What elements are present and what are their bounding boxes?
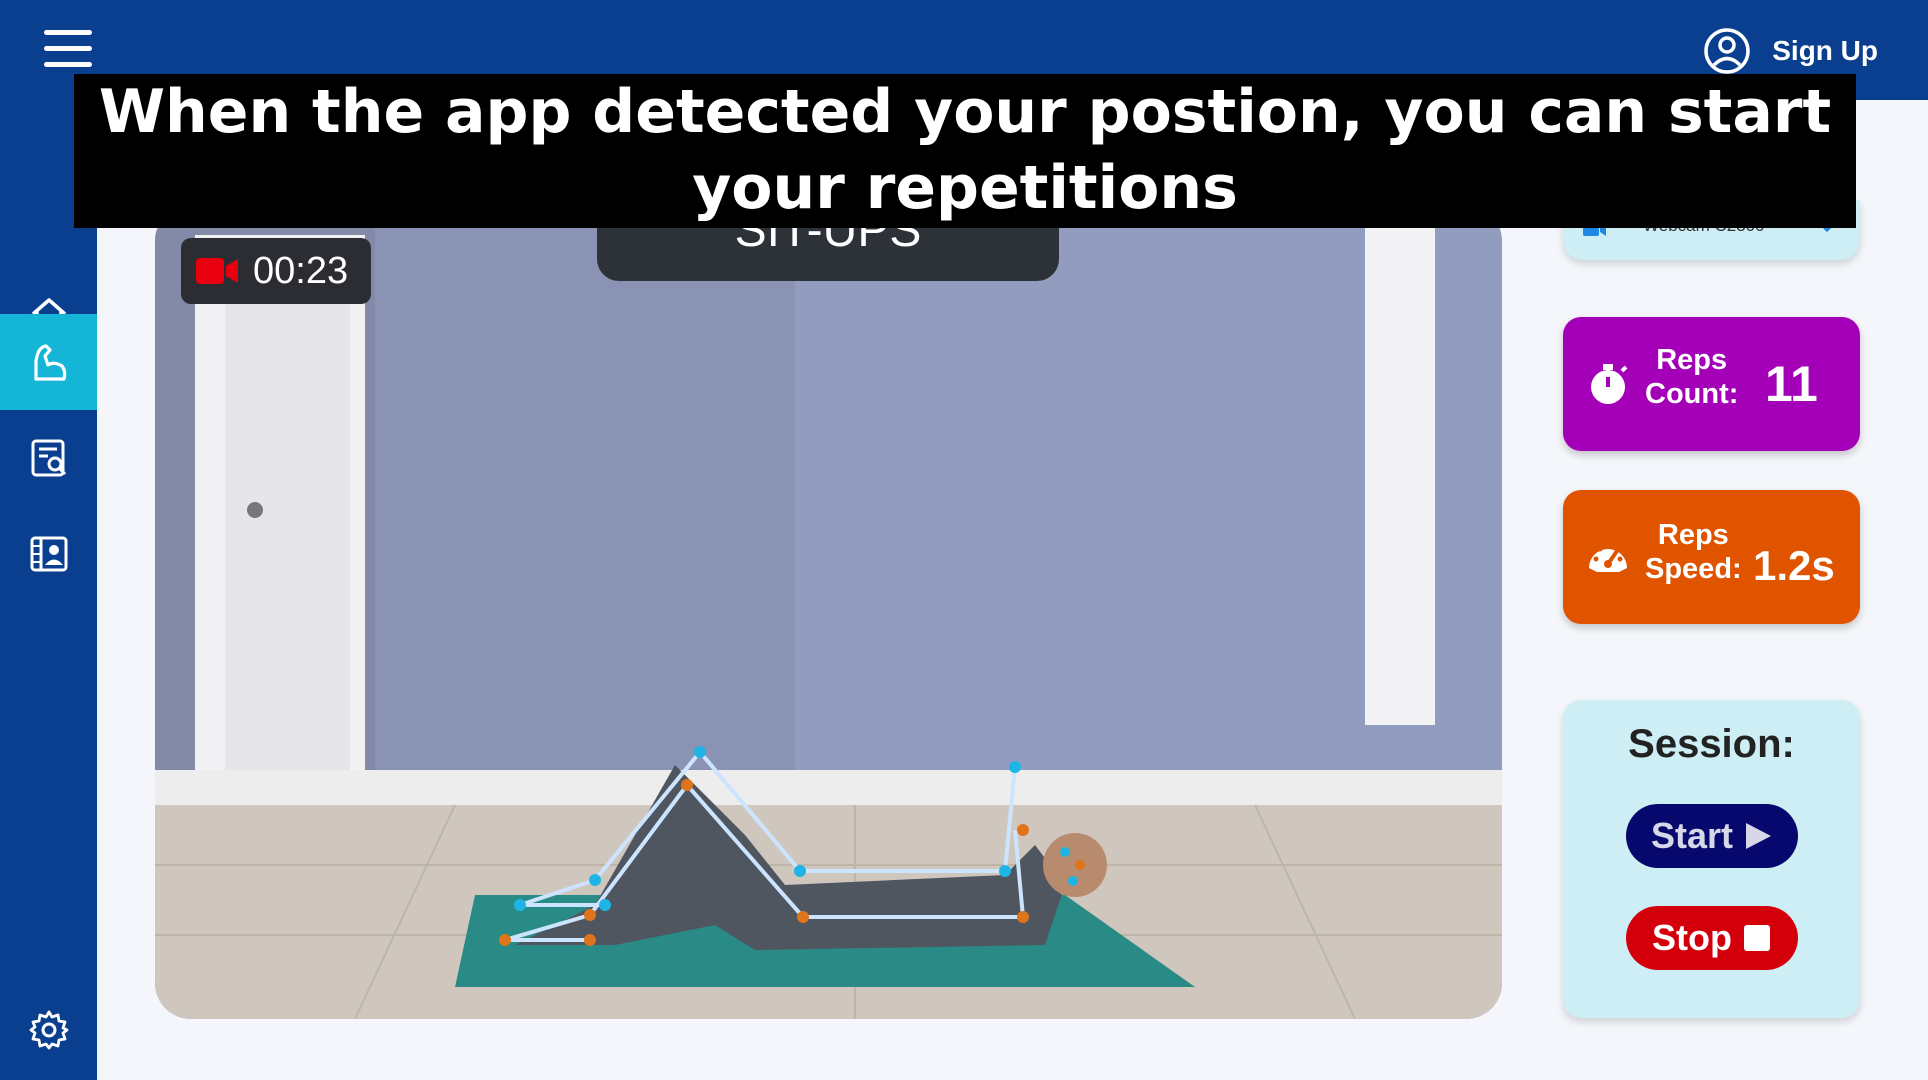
menu-icon[interactable] — [44, 30, 92, 70]
sign-up-button[interactable]: Sign Up — [1702, 26, 1878, 76]
reps-speed-value: 1.2s — [1753, 542, 1835, 589]
curtain — [1365, 205, 1435, 725]
reps-count-card: Reps Count: 11 — [1563, 317, 1860, 451]
stop-button[interactable]: Stop — [1626, 906, 1798, 970]
stop-label: Stop — [1652, 917, 1732, 958]
video-feed: 00:23 SIT-UPS — [155, 205, 1502, 1019]
reps-speed-card: Reps Speed: 1.2s — [1563, 490, 1860, 624]
stop-icon — [1743, 925, 1770, 951]
start-label: Start — [1650, 815, 1734, 856]
stopwatch-icon — [1591, 364, 1628, 404]
play-icon — [1746, 823, 1772, 849]
profile-icon — [30, 536, 67, 572]
sidebar-item-reports[interactable] — [0, 410, 97, 506]
exercise-icon — [33, 344, 66, 381]
sign-up-label: Sign Up — [1772, 35, 1878, 66]
timer-value: 00:23 — [253, 249, 349, 292]
reps-speed-label: Reps Speed: — [1645, 519, 1742, 585]
reps-count-value: 11 — [1765, 356, 1818, 412]
gear-icon — [29, 1010, 68, 1050]
reps-count-label: Reps Count: — [1645, 344, 1739, 410]
session-title: Session: — [1628, 722, 1795, 766]
sidebar-item-settings[interactable] — [0, 982, 97, 1078]
recording-timer: 00:23 — [181, 238, 371, 304]
session-panel: Session: Start Stop — [1563, 700, 1860, 1018]
sidebar-item-profile[interactable] — [0, 506, 97, 602]
sidebar-item-exercise[interactable] — [0, 314, 97, 410]
speedometer-icon — [1589, 542, 1627, 572]
tutorial-caption: When the app detected your postion, you … — [74, 74, 1856, 228]
sidebar — [0, 100, 97, 1080]
report-icon — [31, 439, 66, 477]
video-camera-icon — [196, 258, 238, 284]
camera-scene — [155, 205, 1502, 1019]
user-circle-icon — [1704, 28, 1750, 74]
start-button[interactable]: Start — [1626, 804, 1798, 868]
